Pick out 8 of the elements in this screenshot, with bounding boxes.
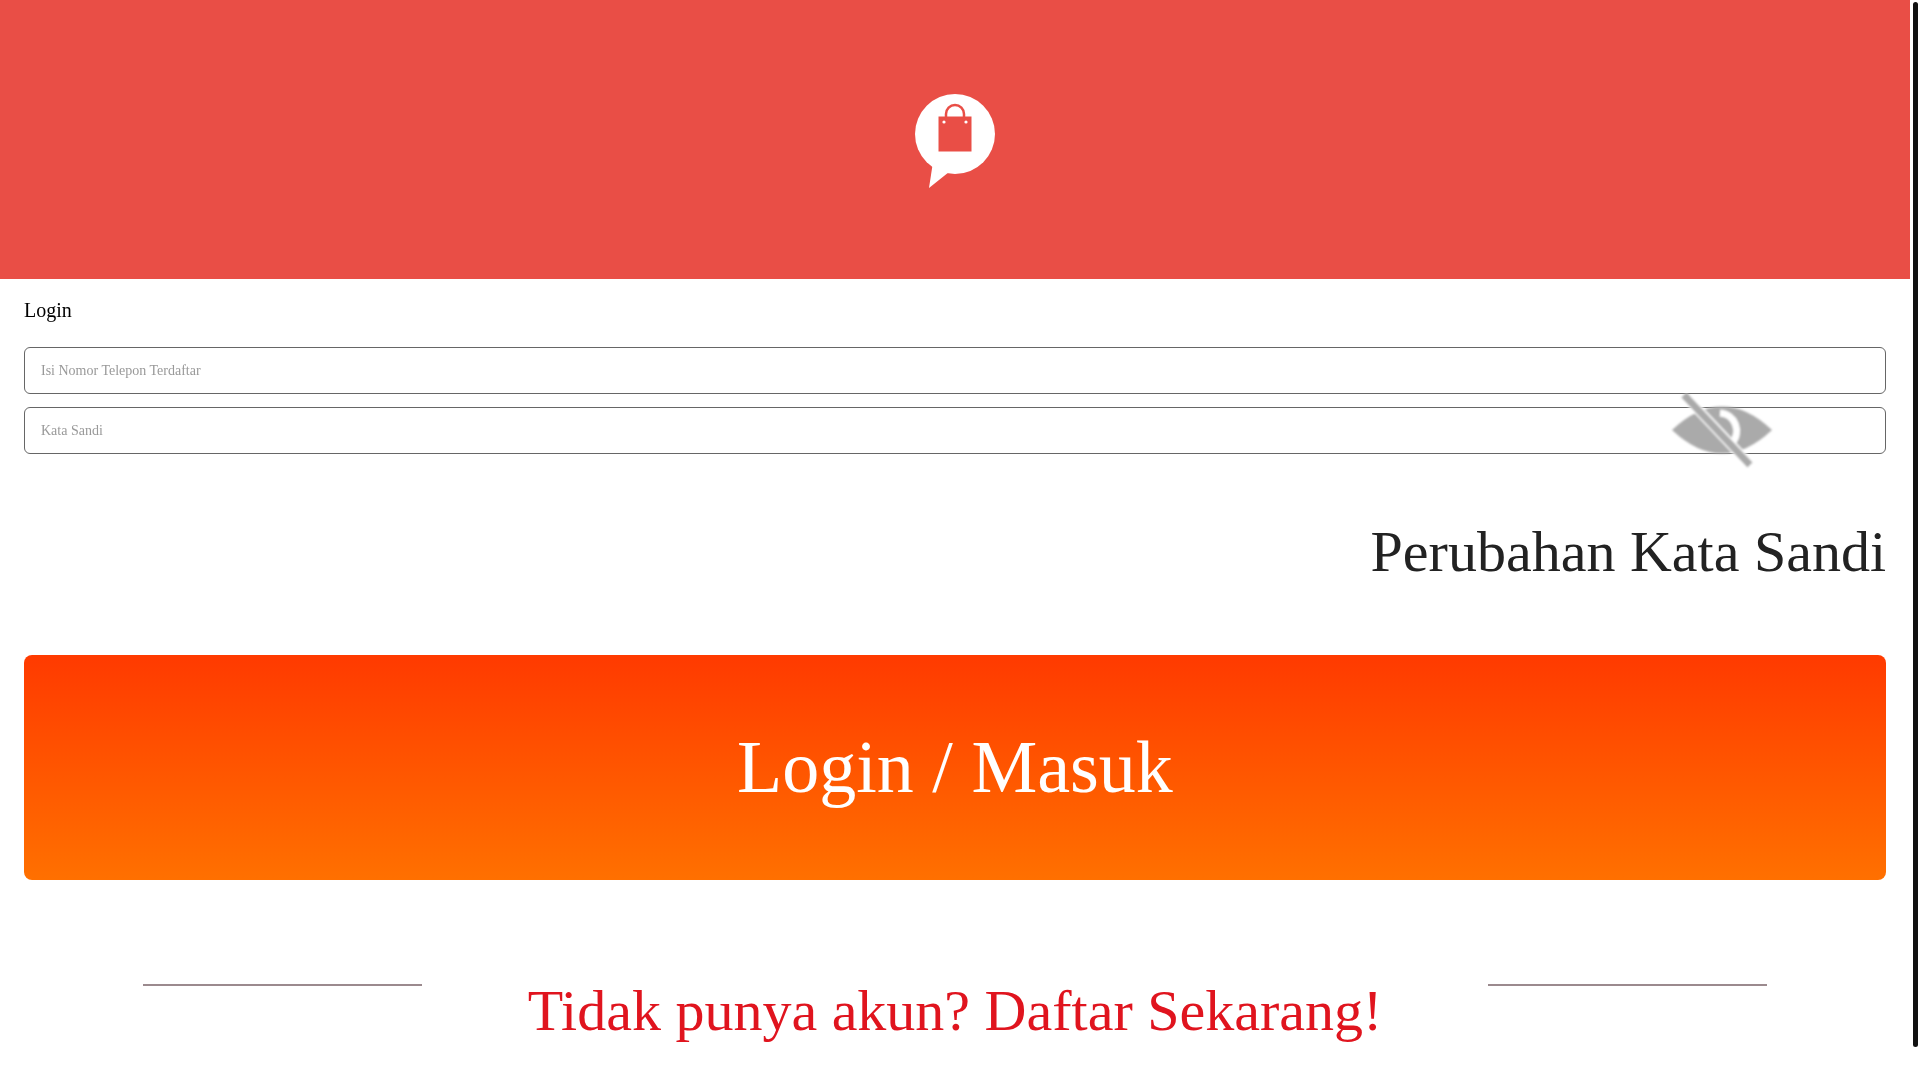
form-title: Login	[24, 298, 73, 324]
shopping-bag-logo-icon	[915, 94, 995, 188]
forgot-password-link[interactable]: Perubahan Kata Sandi	[1370, 519, 1886, 655]
login-button[interactable]: Login / Masuk	[24, 655, 1886, 880]
password-field[interactable]: Kata Sandi	[24, 407, 1886, 454]
phone-field[interactable]: Isi Nomor Telepon Terdaftar	[24, 347, 1886, 394]
register-link[interactable]: Tidak punya akun? Daftar Sekarang!	[527, 978, 1383, 1044]
scrollbar-thumb[interactable]	[1913, 2, 1918, 1047]
